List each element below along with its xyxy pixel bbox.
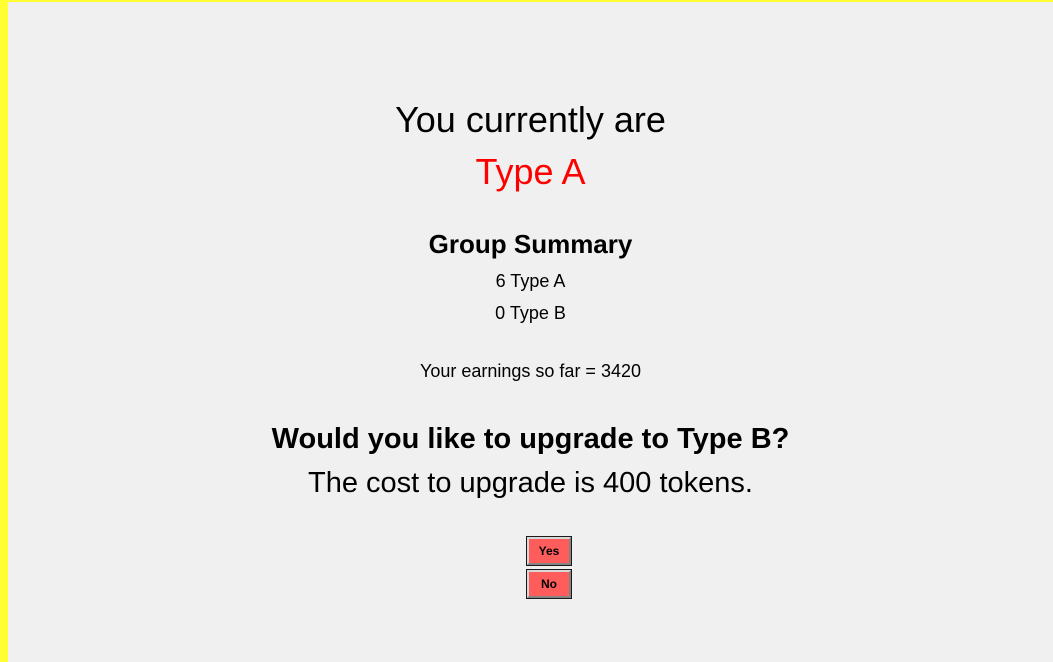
upgrade-question: Would you like to upgrade to Type B? <box>271 423 790 455</box>
group-summary-type-b: 0 Type B <box>495 303 566 323</box>
screen-frame: You currently are Type A Group Summary 6… <box>0 0 1053 662</box>
yes-button[interactable]: Yes <box>526 536 572 566</box>
upgrade-cost-text: The cost to upgrade is 400 tokens. <box>308 467 753 499</box>
current-type-value: Type A <box>475 151 586 192</box>
no-button[interactable]: No <box>526 569 572 599</box>
status-heading: You currently are <box>395 99 666 140</box>
decision-panel: You currently are Type A Group Summary 6… <box>8 2 1053 662</box>
group-summary-title: Group Summary <box>428 229 633 259</box>
earnings-text: Your earnings so far = 3420 <box>420 361 641 381</box>
group-summary-type-a: 6 Type A <box>495 271 566 291</box>
